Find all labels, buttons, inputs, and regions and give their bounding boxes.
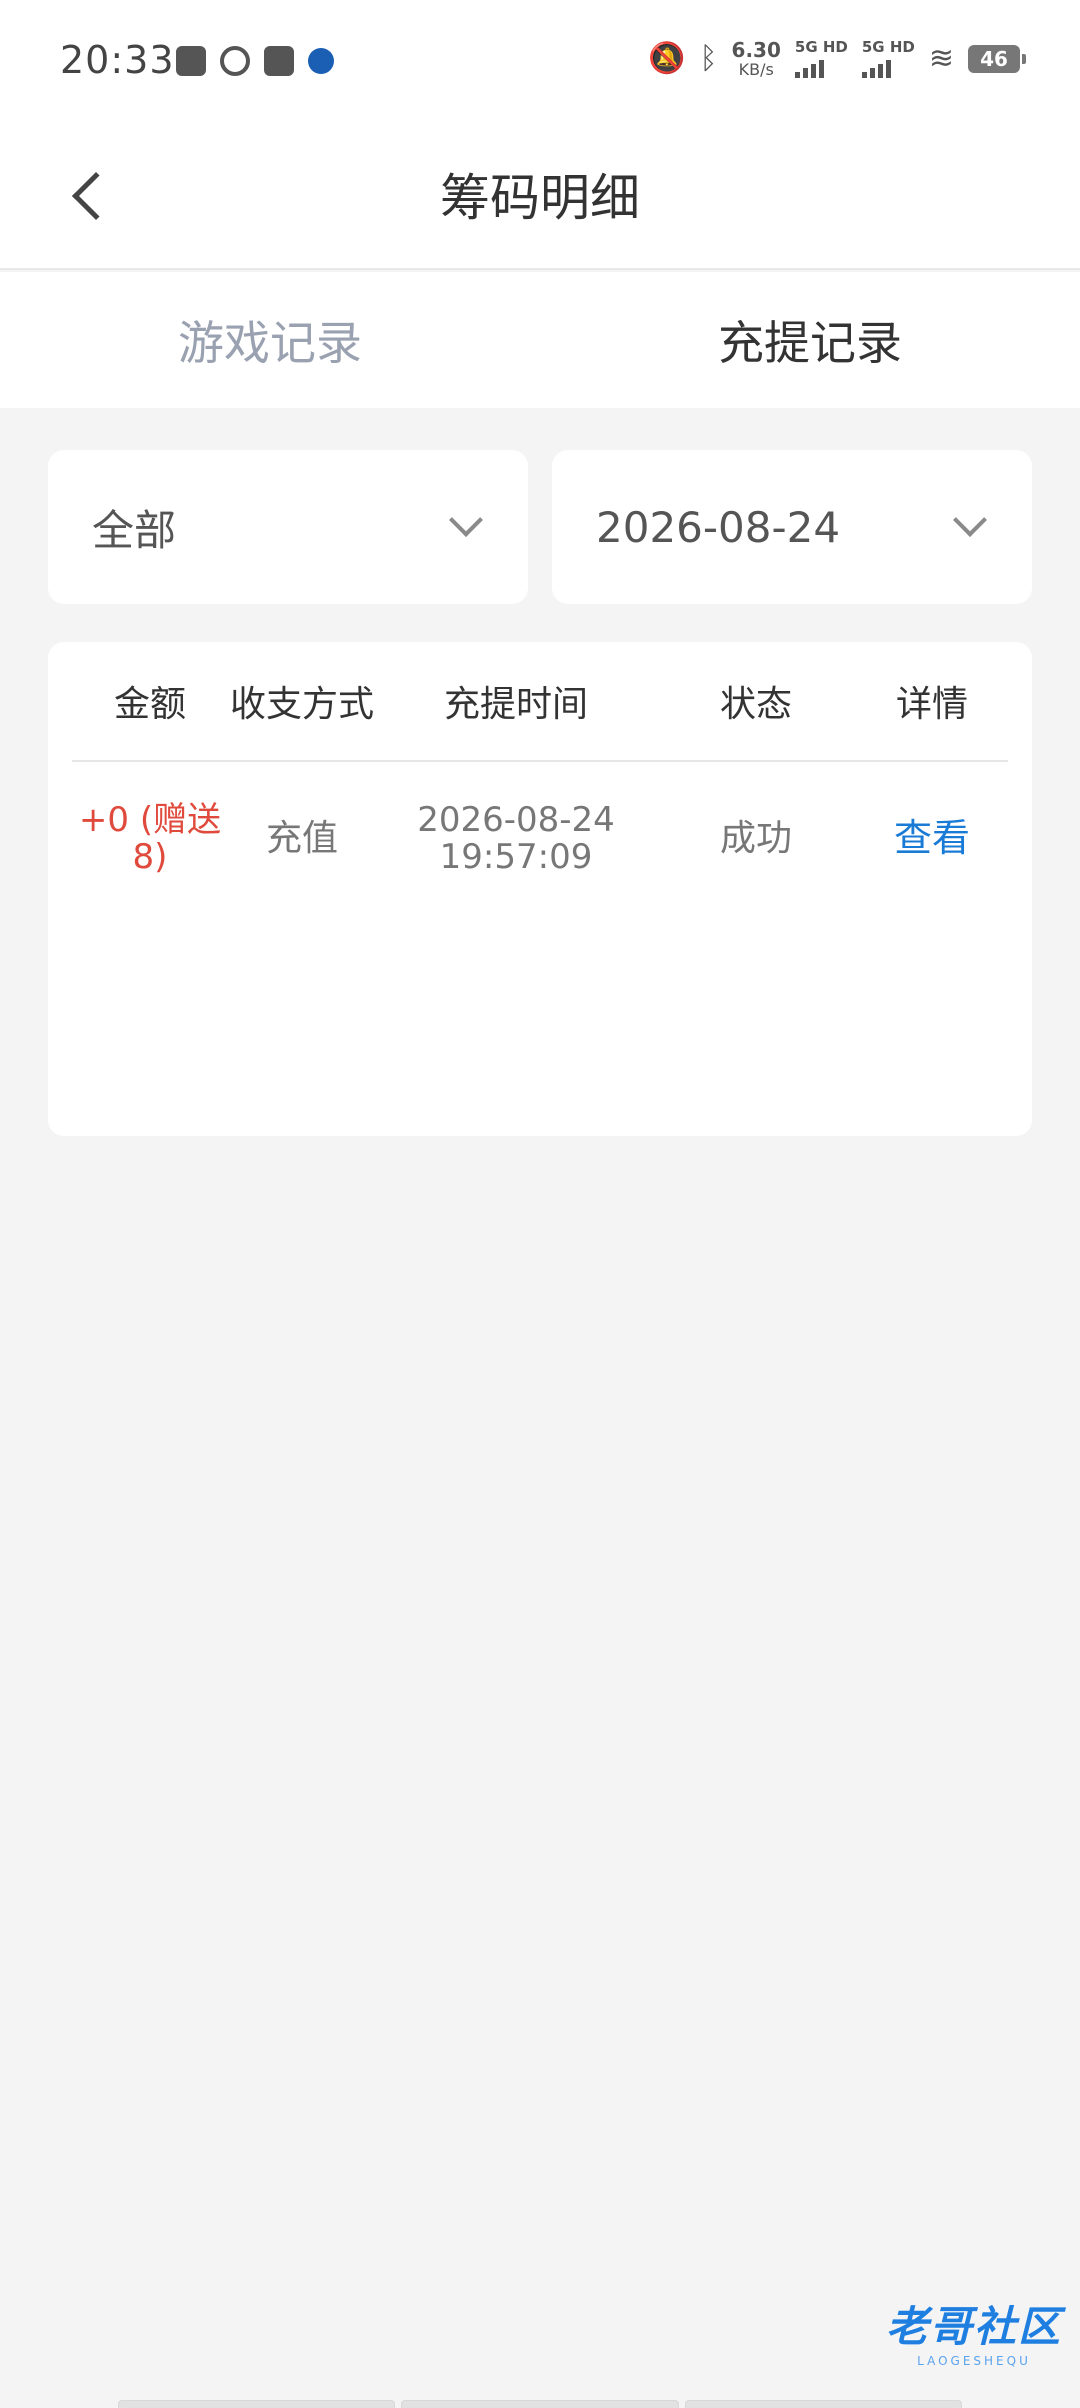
status-bar: 20:33 🔕 ᛒ 6.30 KB/s 5G HD 5G HD ≋ 46 [0, 0, 1080, 128]
type-filter-dropdown[interactable]: 全部 [48, 450, 528, 604]
filter-bar: 全部 2026-08-24 [48, 450, 1032, 604]
mute-bell-icon: 🔕 [648, 41, 686, 76]
date-filter-dropdown[interactable]: 2026-08-24 [552, 450, 1032, 604]
chevron-down-icon [449, 503, 483, 537]
battery-icon: 46 [968, 45, 1026, 73]
gesture-bar [118, 2400, 962, 2408]
column-header-detail: 详情 [895, 684, 968, 725]
app-notification-icon [176, 46, 206, 76]
status-indicators: 🔕 ᛒ 6.30 KB/s 5G HD 5G HD ≋ 46 [648, 38, 1026, 79]
row-time: 2026-08-24 19:57:09 [417, 799, 615, 877]
bluetooth-icon: ᛒ [699, 41, 718, 76]
row-method: 充值 [265, 818, 338, 860]
bank-notification-icon [308, 48, 334, 74]
nav-bar: 筹码明细 [0, 128, 1080, 270]
column-header-method: 收支方式 [229, 684, 374, 725]
row-status: 成功 [719, 818, 792, 860]
screen: 20:33 🔕 ᛒ 6.30 KB/s 5G HD 5G HD ≋ 46 筹码明… [0, 0, 1080, 2408]
chevron-down-icon [953, 503, 987, 537]
row-amount: +0 (赠送 8) [78, 799, 222, 877]
page-title: 筹码明细 [440, 169, 640, 227]
status-time: 20:33 [60, 38, 175, 82]
view-detail-link[interactable]: 查看 [856, 764, 1008, 914]
records-table: 金额 收支方式 充提时间 状态 详情 +0 (赠送 8) 充值 2026-08-… [48, 642, 1032, 1136]
signal-icon: 5G HD [794, 40, 848, 78]
table-header: 金额 收支方式 充提时间 状态 详情 [72, 642, 1008, 762]
column-header-status: 状态 [719, 684, 792, 725]
table-row: +0 (赠送 8) 充值 2026-08-24 19:57:09 成功 查看 [72, 764, 1008, 914]
app-notification-icon [220, 46, 250, 76]
watermark-logo: 老哥社区 LAOGESHEQU [885, 2302, 1062, 2368]
type-filter-value: 全部 [92, 505, 177, 555]
notification-icons [176, 46, 334, 76]
tab-game-records[interactable]: 游戏记录 [0, 272, 540, 408]
record-tabs: 游戏记录 充提记录 [0, 272, 1080, 408]
mail-notification-icon [264, 46, 294, 76]
tab-deposit-withdraw-records[interactable]: 充提记录 [540, 272, 1080, 408]
column-header-amount: 金额 [113, 684, 186, 725]
wifi-icon: ≋ [928, 41, 954, 76]
column-header-time: 充提时间 [443, 684, 588, 725]
date-filter-value: 2026-08-24 [596, 502, 841, 552]
net-speed: 6.30 KB/s [731, 38, 781, 79]
signal-icon: 5G HD [861, 40, 915, 78]
